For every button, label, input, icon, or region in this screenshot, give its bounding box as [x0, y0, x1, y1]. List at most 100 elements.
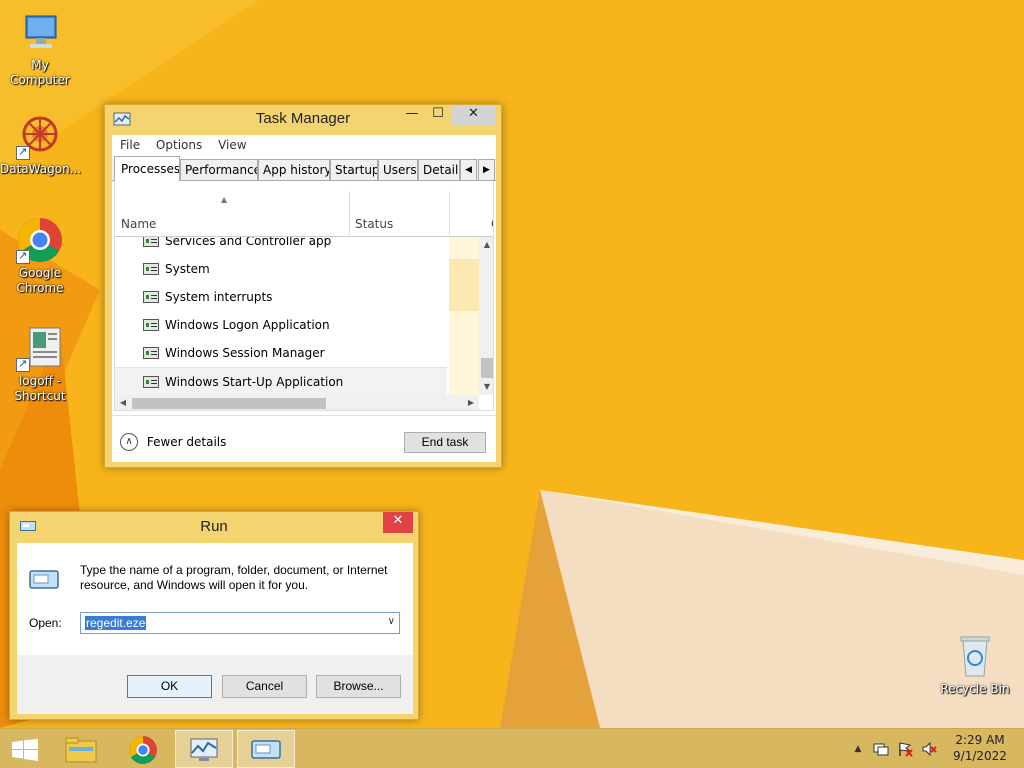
chevron-down-icon[interactable]: ∨ — [388, 616, 395, 627]
column-header-cpu-value: 8 — [492, 197, 493, 213]
tab-startup[interactable]: Startup — [330, 159, 378, 181]
close-button[interactable]: ✕ — [383, 512, 413, 533]
recycle-bin-icon — [951, 632, 999, 680]
desktop-icon-label: My Computer — [10, 58, 70, 87]
desktop: My Computer DataWagon... Google Chrome l… — [0, 0, 1024, 728]
run-icon — [29, 569, 61, 591]
taskbar: ▲ 2:29 AM 9/1/2022 — [0, 728, 1024, 768]
minimize-button[interactable]: — — [403, 105, 421, 125]
chevron-up-icon: ∧ — [120, 432, 138, 451]
file-explorer-icon — [65, 737, 97, 766]
run-icon — [251, 739, 281, 764]
table-row[interactable]: Windows Session Manager — [115, 339, 447, 367]
process-icon — [143, 319, 159, 331]
desktop-icon-logoff-shortcut[interactable]: logoff - Shortcut — [0, 324, 80, 404]
maximize-button[interactable]: ☐ — [429, 105, 447, 125]
tab-users[interactable]: Users — [378, 159, 418, 181]
cpu-column-highlight-strong — [449, 259, 479, 311]
network-icon[interactable] — [873, 741, 889, 757]
tab-scroll-right-button[interactable]: ▶ — [478, 159, 495, 181]
tab-processes[interactable]: Processes — [114, 156, 180, 182]
menu-options[interactable]: Options — [150, 135, 208, 155]
column-header-cpu-label[interactable]: C — [491, 217, 493, 231]
open-combobox[interactable]: regedit.eze ∨ — [80, 612, 400, 634]
run-top-panel — [17, 543, 413, 655]
desktop-icon-recycle-bin[interactable]: Recycle Bin — [935, 632, 1015, 697]
tab-scroll-left-button[interactable]: ◀ — [460, 159, 477, 181]
menu-view[interactable]: View — [212, 135, 252, 155]
column-header-status[interactable]: Status — [355, 217, 393, 231]
fewer-details-label: Fewer details — [146, 434, 227, 449]
volume-muted-icon[interactable] — [921, 741, 937, 757]
desktop-icon-my-computer[interactable]: My Computer — [0, 8, 80, 88]
desktop-icon-label: Recycle Bin — [940, 682, 1010, 696]
rows-area: Services and Controller app System Syste… — [115, 237, 479, 395]
sort-arrow-icon: ▲ — [221, 195, 228, 204]
cancel-button[interactable]: Cancel — [222, 675, 307, 698]
start-button[interactable] — [0, 730, 48, 768]
clock[interactable]: 2:29 AM 9/1/2022 — [948, 732, 1012, 764]
shortcut-arrow-icon — [16, 356, 30, 372]
process-name: System interrupts — [165, 290, 273, 304]
scroll-left-button[interactable]: ◀ — [115, 395, 131, 410]
desktop-icon-google-chrome[interactable]: Google Chrome — [0, 216, 80, 296]
end-task-button[interactable]: End task — [404, 432, 486, 453]
table-row[interactable]: Windows Logon Application — [115, 311, 447, 339]
vertical-scrollbar[interactable]: ▲ ▼ — [479, 237, 493, 395]
table-row[interactable]: System interrupts — [115, 283, 447, 311]
tab-app-history[interactable]: App history — [258, 159, 330, 181]
scroll-thumb[interactable] — [481, 358, 493, 378]
desktop-icon-label: Google Chrome — [16, 266, 64, 295]
scroll-thumb[interactable] — [132, 398, 326, 409]
browse-button[interactable]: Browse... — [316, 675, 401, 698]
process-name: Windows Logon Application — [165, 318, 330, 332]
column-header-name[interactable]: Name — [121, 217, 156, 231]
taskbar-run[interactable] — [237, 730, 295, 768]
clock-date: 9/1/2022 — [953, 749, 1007, 763]
open-label: Open: — [29, 616, 62, 630]
menu-bar: File Options View — [114, 135, 253, 155]
desktop-icon-label: DataWagon... — [0, 162, 82, 176]
tab-strip: Processes Performance App history Startu… — [112, 156, 496, 182]
desktop-icon-label: logoff - Shortcut — [14, 374, 66, 403]
fewer-details-button[interactable]: ∧ Fewer details — [120, 431, 226, 451]
column-divider — [449, 191, 450, 235]
process-name: System — [165, 262, 210, 276]
scroll-right-button[interactable]: ▶ — [463, 395, 479, 410]
shortcut-arrow-icon — [16, 248, 30, 264]
taskbar-chrome[interactable] — [113, 730, 171, 768]
tab-details[interactable]: Detail — [418, 159, 460, 181]
process-name: Windows Start-Up Application — [165, 375, 344, 389]
horizontal-scrollbar[interactable]: ◀ ▶ — [115, 395, 479, 410]
menu-file[interactable]: File — [114, 135, 146, 155]
taskbar-file-explorer[interactable] — [52, 730, 110, 768]
show-hidden-icons-button[interactable]: ▲ — [850, 741, 866, 757]
computer-icon — [16, 8, 64, 56]
table-row[interactable]: Windows Start-Up Application — [115, 367, 447, 395]
desktop-icon-datawagon[interactable]: DataWagon... — [0, 112, 82, 177]
action-center-flag-icon[interactable] — [897, 741, 913, 757]
shortcut-arrow-icon — [16, 144, 30, 160]
scroll-up-button[interactable]: ▲ — [479, 237, 493, 253]
task-manager-client: File Options View Processes Performance … — [112, 135, 496, 462]
chrome-icon — [16, 216, 64, 264]
run-client: Type the name of a program, folder, docu… — [17, 543, 413, 714]
ok-button[interactable]: OK — [127, 675, 212, 698]
tab-performance[interactable]: Performance — [180, 159, 258, 181]
taskbar-task-manager[interactable] — [175, 730, 233, 768]
process-icon — [143, 263, 159, 275]
open-input[interactable]: regedit.eze — [85, 616, 147, 630]
footer: ∧ Fewer details End task — [112, 415, 496, 462]
process-name: Windows Session Manager — [165, 346, 325, 360]
table-row[interactable]: Services and Controller app — [115, 237, 447, 255]
logoff-shortcut-icon — [16, 324, 64, 372]
window-title: Run — [200, 518, 228, 535]
scroll-down-button[interactable]: ▼ — [479, 379, 493, 395]
table-row[interactable]: System — [115, 255, 447, 283]
column-divider — [349, 191, 350, 235]
chrome-icon — [128, 735, 158, 768]
close-button[interactable]: ✕ — [451, 105, 496, 125]
start-icon — [12, 739, 38, 764]
process-icon — [143, 347, 159, 359]
process-icon — [143, 291, 159, 303]
